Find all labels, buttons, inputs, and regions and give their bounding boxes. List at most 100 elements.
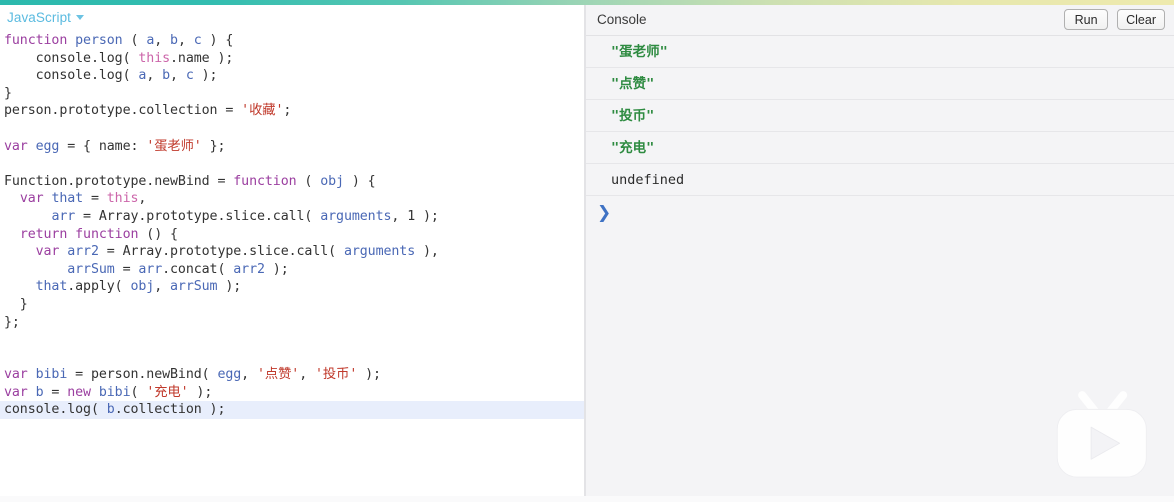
code-line: console.log( b.collection ); (0, 401, 584, 420)
code-token: '充电' (146, 384, 189, 400)
code-token: .apply( (67, 279, 131, 295)
code-token: function (4, 33, 68, 48)
code-token: .concat( (162, 261, 234, 277)
code-token: that (35, 279, 68, 295)
code-token: egg (217, 367, 242, 383)
code-line: arr = Array.prototype.slice.call( argume… (0, 208, 584, 226)
console-output-row: "蛋老师" (586, 36, 1174, 68)
code-token: c (185, 68, 194, 84)
code-token: var (19, 191, 44, 207)
code-token: b (170, 33, 178, 48)
code-line: Function.prototype.newBind = function ( … (0, 173, 584, 191)
code-token: arguments (320, 208, 392, 224)
code-line: var egg = { name: '蛋老师' }; (0, 138, 584, 156)
code-line: console.log( a, b, c ); (0, 67, 584, 85)
code-token: = person.newBind( (67, 367, 218, 383)
code-token: arr2 (67, 244, 99, 260)
code-token: , (154, 33, 171, 48)
code-token: arguments (343, 244, 416, 260)
console-actions: Run Clear (1064, 9, 1165, 30)
code-token: egg (35, 138, 60, 154)
chevron-right-icon: ❯ (597, 203, 612, 223)
code-line: return function () { (0, 226, 584, 244)
code-token: person.prototype.collection = (4, 103, 242, 119)
code-token: = (83, 191, 107, 207)
code-token: arrSum (170, 279, 218, 295)
code-token: person (75, 33, 123, 48)
code-token: , (241, 367, 257, 383)
console-output-row: "充电" (586, 132, 1174, 164)
code-line: } (0, 85, 584, 103)
code-token: arr2 (233, 261, 265, 277)
language-label: JavaScript (7, 10, 72, 25)
chevron-down-icon (76, 15, 85, 20)
code-token: , (146, 68, 163, 84)
code-token: '蛋老师' (146, 138, 202, 154)
console-header: Console Run Clear (586, 5, 1174, 36)
run-button[interactable]: Run (1064, 9, 1109, 30)
console-output-list: "蛋老师" "点赞" "投币" "充电" undefined ❯ (586, 36, 1174, 502)
bottom-edge-strip (0, 496, 1174, 502)
code-token: , (177, 33, 194, 48)
code-token: , (170, 68, 186, 84)
code-line: var that = this, (0, 190, 584, 208)
language-selector[interactable]: JavaScript (7, 10, 85, 25)
code-token: ); (264, 261, 289, 277)
code-token: function (75, 226, 139, 242)
code-token: Function.prototype.newBind = (4, 173, 234, 189)
code-token: = Array.prototype.slice.call( (75, 208, 321, 224)
code-token: }; (201, 138, 226, 154)
console-pane: Console Run Clear "蛋老师" "点赞" "投币" "充电" undef… (586, 5, 1174, 502)
editor-toolbar: JavaScript (0, 5, 584, 32)
code-line: arrSum = arr.concat( arr2 ); (0, 261, 584, 279)
code-token: ) { (201, 33, 234, 48)
pane-divider[interactable] (584, 5, 586, 502)
code-line: var bibi = person.newBind( egg, '点赞', '投… (0, 366, 584, 384)
code-token: console.log( (4, 402, 107, 418)
code-token: ) { (343, 173, 376, 189)
code-token: arrSum (67, 261, 115, 277)
code-line: person.prototype.collection = '收藏'; (0, 102, 584, 120)
code-token: this (106, 191, 139, 207)
code-line: var arr2 = Array.prototype.slice.call( a… (0, 243, 584, 261)
code-token: ( (122, 33, 147, 48)
code-token: var (35, 244, 60, 260)
code-token: , (299, 367, 316, 383)
code-token: ); (357, 367, 381, 383)
code-text-area[interactable]: function person ( a, b, c ) { console.lo… (0, 32, 584, 502)
code-token: '投币' (315, 367, 358, 383)
code-token: that (51, 191, 84, 207)
console-output-row: "投币" (586, 100, 1174, 132)
code-token: bibi (35, 367, 68, 383)
code-line: console.log( this.name ); (0, 50, 584, 68)
code-token: = { name: (59, 138, 147, 154)
code-token: = Array.prototype.slice.call( (98, 244, 344, 260)
code-token: b (106, 402, 115, 418)
code-token: = (43, 384, 68, 400)
code-token: return (19, 226, 68, 242)
code-token: } (4, 85, 12, 101)
code-token: '点赞' (256, 367, 300, 383)
console-title: Console (597, 12, 647, 27)
code-token: new (67, 384, 91, 400)
code-token: function (233, 173, 297, 189)
clear-button[interactable]: Clear (1117, 9, 1165, 30)
code-token: arr (51, 208, 76, 224)
console-input-row[interactable]: ❯ (586, 196, 1174, 230)
code-line: that.apply( obj, arrSum ); (0, 278, 584, 296)
console-output-row: "点赞" (586, 68, 1174, 100)
code-token: , (154, 279, 171, 295)
code-token: }; (4, 314, 20, 330)
code-line: } (0, 296, 584, 314)
code-token: .name ); (170, 50, 234, 66)
